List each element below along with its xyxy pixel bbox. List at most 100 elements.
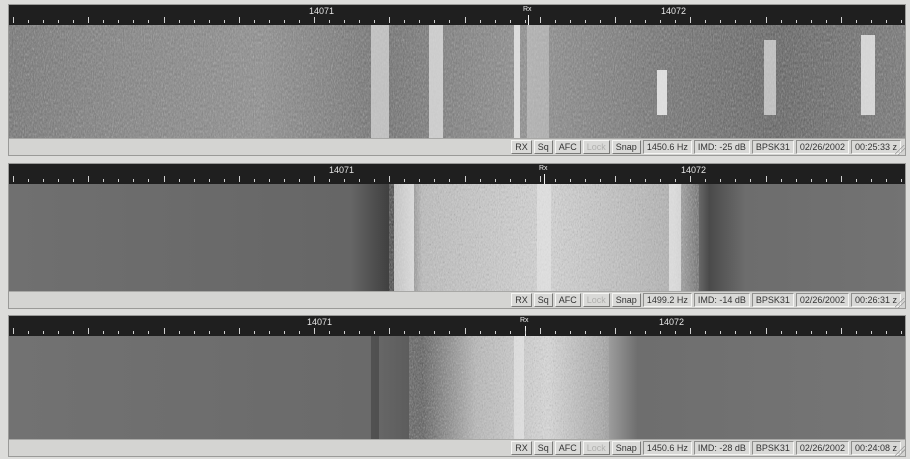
lock-button[interactable]: Lock bbox=[582, 140, 610, 154]
ruler-tick bbox=[811, 179, 812, 182]
ruler-tick bbox=[480, 331, 481, 334]
ruler-tick bbox=[58, 331, 59, 334]
ruler-tick bbox=[615, 17, 616, 23]
afc-button[interactable]: AFC bbox=[554, 441, 581, 455]
ruler-tick bbox=[449, 20, 450, 23]
ruler-tick bbox=[766, 176, 767, 182]
resize-grip-icon[interactable] bbox=[895, 446, 905, 456]
ruler-tick bbox=[419, 20, 420, 23]
frequency-ruler[interactable]: 14071 14072 Rx bbox=[9, 164, 905, 184]
waterfall-display[interactable] bbox=[9, 336, 905, 441]
status-bar: RX Sq AFC Lock Snap 1450.6 Hz IMD: -25 d… bbox=[9, 138, 905, 155]
ruler-tick bbox=[103, 331, 104, 334]
ruler-tick bbox=[660, 331, 661, 334]
ruler-tick bbox=[525, 20, 526, 23]
ruler-tick bbox=[449, 179, 450, 182]
ruler-tick bbox=[856, 20, 857, 23]
ruler-tick bbox=[540, 176, 541, 182]
lock-button[interactable]: Lock bbox=[582, 293, 610, 307]
ruler-tick bbox=[480, 20, 481, 23]
ruler-tick bbox=[630, 331, 631, 334]
imd-readout: IMD: -25 dB bbox=[693, 140, 750, 154]
ruler-tick bbox=[781, 179, 782, 182]
ruler-tick bbox=[841, 328, 842, 334]
status-bar: RX Sq AFC Lock Snap 1499.2 Hz IMD: -14 d… bbox=[9, 291, 905, 308]
frequency-ruler[interactable]: 14071 14072 Rx bbox=[9, 5, 905, 25]
afc-button[interactable]: AFC bbox=[554, 293, 581, 307]
ruler-tick bbox=[73, 331, 74, 334]
ruler-tick bbox=[600, 179, 601, 182]
snap-button[interactable]: Snap bbox=[611, 293, 641, 307]
ruler-tick bbox=[585, 331, 586, 334]
ruler-tick bbox=[750, 331, 751, 334]
ruler-tick bbox=[344, 331, 345, 334]
ruler-tick bbox=[43, 331, 44, 334]
afc-button[interactable]: AFC bbox=[554, 140, 581, 154]
rx-cursor-icon[interactable] bbox=[528, 15, 529, 25]
ruler-tick bbox=[615, 176, 616, 182]
ruler-tick bbox=[675, 331, 676, 334]
ruler-tick bbox=[133, 20, 134, 23]
rx-button[interactable]: RX bbox=[511, 140, 532, 154]
freq-label-right: 14072 bbox=[681, 165, 707, 175]
snap-button[interactable]: Snap bbox=[611, 140, 641, 154]
rx-button[interactable]: RX bbox=[511, 441, 532, 455]
ruler-tick bbox=[194, 179, 195, 182]
mode-readout[interactable]: BPSK31 bbox=[751, 140, 794, 154]
ruler-tick bbox=[886, 20, 887, 23]
ruler-tick bbox=[525, 179, 526, 182]
resize-grip-icon[interactable] bbox=[895, 145, 905, 155]
frequency-ruler[interactable]: 14071 14072 Rx bbox=[9, 316, 905, 336]
freq-label-left: 14071 bbox=[307, 317, 333, 327]
ruler-tick bbox=[164, 176, 165, 182]
mode-readout[interactable]: BPSK31 bbox=[751, 441, 794, 455]
ruler-tick bbox=[766, 17, 767, 23]
ruler-tick bbox=[103, 20, 104, 23]
ruler-tick bbox=[209, 179, 210, 182]
ruler-tick bbox=[254, 20, 255, 23]
ruler-tick bbox=[239, 17, 240, 23]
ruler-tick bbox=[194, 331, 195, 334]
ruler-tick bbox=[224, 331, 225, 334]
imd-readout: IMD: -28 dB bbox=[693, 441, 750, 455]
ruler-tick bbox=[555, 20, 556, 23]
squelch-button[interactable]: Sq bbox=[533, 293, 553, 307]
ruler-tick bbox=[344, 179, 345, 182]
ruler-tick bbox=[600, 20, 601, 23]
ruler-tick bbox=[796, 179, 797, 182]
ruler-tick bbox=[705, 179, 706, 182]
squelch-button[interactable]: Sq bbox=[533, 441, 553, 455]
ruler-tick bbox=[555, 331, 556, 334]
waterfall-panel-2: 14071 14072 Rx RX Sq AFC Lock Snap 1499.… bbox=[8, 163, 906, 309]
ruler-tick bbox=[179, 179, 180, 182]
lock-button[interactable]: Lock bbox=[582, 441, 610, 455]
ruler-tick bbox=[118, 20, 119, 23]
ruler-tick bbox=[585, 179, 586, 182]
waterfall-display[interactable] bbox=[9, 184, 905, 293]
ruler-tick bbox=[224, 20, 225, 23]
ruler-tick bbox=[209, 331, 210, 334]
ruler-tick bbox=[705, 331, 706, 334]
imd-readout: IMD: -14 dB bbox=[693, 293, 750, 307]
waterfall-display[interactable] bbox=[9, 25, 905, 140]
ruler-tick bbox=[495, 179, 496, 182]
ruler-tick bbox=[615, 328, 616, 334]
rx-cursor-icon[interactable] bbox=[544, 174, 545, 184]
ruler-tick bbox=[269, 20, 270, 23]
ruler-tick bbox=[841, 17, 842, 23]
ruler-tick bbox=[374, 20, 375, 23]
ruler-tick bbox=[179, 331, 180, 334]
snap-button[interactable]: Snap bbox=[611, 441, 641, 455]
resize-grip-icon[interactable] bbox=[895, 298, 905, 308]
ruler-tick bbox=[359, 20, 360, 23]
ruler-tick bbox=[148, 179, 149, 182]
freq-label-right: 14072 bbox=[659, 317, 685, 327]
ruler-tick bbox=[525, 331, 526, 334]
ruler-tick bbox=[570, 331, 571, 334]
mode-readout[interactable]: BPSK31 bbox=[751, 293, 794, 307]
ruler-tick bbox=[13, 328, 14, 334]
squelch-button[interactable]: Sq bbox=[533, 140, 553, 154]
ruler-tick bbox=[675, 20, 676, 23]
ruler-tick bbox=[254, 331, 255, 334]
rx-button[interactable]: RX bbox=[511, 293, 532, 307]
